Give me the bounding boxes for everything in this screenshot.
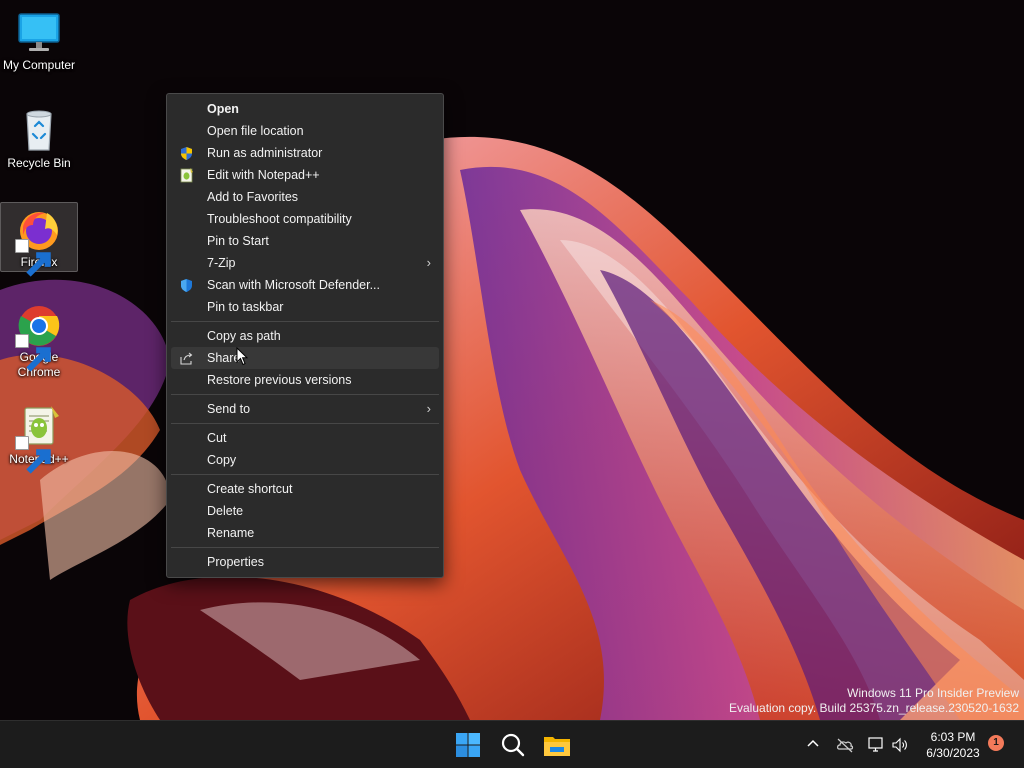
menu-item-copy[interactable]: Copy	[171, 449, 439, 471]
shortcut-arrow-icon	[15, 334, 51, 372]
onedrive-offline-icon	[837, 738, 854, 753]
menu-item-label: Troubleshoot compatibility	[207, 212, 352, 226]
menu-item-open[interactable]: Open	[171, 98, 439, 120]
mouse-cursor-icon	[236, 346, 249, 366]
recycle-bin-icon	[15, 108, 63, 154]
monitor-icon	[15, 10, 63, 56]
tray-overflow-button[interactable]	[803, 734, 823, 754]
desktop-icon-my-computer[interactable]: My Computer	[0, 6, 78, 73]
menu-item-label: Copy as path	[207, 329, 281, 343]
menu-item-troubleshoot-compatibility[interactable]: Troubleshoot compatibility	[171, 208, 439, 230]
notepadpp-icon	[15, 404, 63, 474]
menu-item-send-to[interactable]: Send to ›	[171, 398, 439, 420]
menu-item-label: 7-Zip	[207, 256, 236, 270]
file-explorer-button[interactable]	[541, 729, 573, 761]
menu-item-label: Properties	[207, 555, 264, 569]
menu-item-7zip[interactable]: 7-Zip ›	[171, 252, 439, 274]
menu-separator	[171, 423, 439, 424]
watermark-build: Evaluation copy. Build 25375.zn_release.…	[729, 701, 1019, 715]
menu-item-properties[interactable]: Properties	[171, 551, 439, 573]
menu-item-label: Edit with Notepad++	[207, 168, 320, 182]
chevron-right-icon: ›	[426, 255, 431, 270]
menu-item-label: Create shortcut	[207, 482, 293, 496]
desktop-icon-label: Recycle Bin	[7, 156, 71, 170]
desktop-icon-firefox[interactable]: Firefox	[0, 202, 78, 277]
menu-item-label: Scan with Microsoft Defender...	[207, 278, 380, 292]
chevron-up-icon	[807, 739, 819, 747]
search-button[interactable]	[497, 729, 529, 761]
menu-item-cut[interactable]: Cut	[171, 427, 439, 449]
defender-shield-icon	[179, 278, 194, 293]
clock-date: 6/30/2023	[926, 746, 980, 760]
chrome-icon	[15, 302, 63, 372]
menu-item-delete[interactable]: Delete	[171, 500, 439, 522]
uac-shield-icon	[179, 146, 194, 161]
notification-badge[interactable]: 1	[988, 735, 1004, 751]
network-button[interactable]	[866, 735, 886, 755]
network-icon	[868, 737, 883, 752]
menu-item-label: Open file location	[207, 124, 304, 138]
menu-item-label: Pin to Start	[207, 234, 269, 248]
context-menu: Open Open file location Run as administr…	[166, 93, 444, 578]
chevron-right-icon: ›	[426, 401, 431, 416]
firefox-icon	[15, 207, 63, 277]
menu-item-label: Restore previous versions	[207, 373, 352, 387]
menu-item-label: Send to	[207, 402, 251, 416]
desktop-wallpaper	[0, 0, 1024, 720]
menu-item-label: Copy	[207, 453, 237, 467]
desktop-icon-google-chrome[interactable]: Google Chrome	[0, 298, 78, 380]
volume-button[interactable]	[890, 735, 910, 755]
file-explorer-icon	[544, 737, 570, 756]
search-icon	[501, 733, 525, 757]
menu-item-copy-as-path[interactable]: Copy as path	[171, 325, 439, 347]
desktop-icon-label: My Computer	[2, 58, 76, 72]
menu-separator	[171, 394, 439, 395]
menu-item-label: Open	[207, 102, 239, 116]
menu-item-label: Run as administrator	[207, 146, 323, 160]
menu-item-add-to-favorites[interactable]: Add to Favorites	[171, 186, 439, 208]
menu-item-label: Delete	[207, 504, 244, 518]
menu-separator	[171, 321, 439, 322]
notepadpp-icon	[179, 168, 194, 183]
menu-item-edit-with-notepadpp[interactable]: Edit with Notepad++	[171, 164, 439, 186]
menu-item-create-shortcut[interactable]: Create shortcut	[171, 478, 439, 500]
start-icon	[456, 733, 480, 757]
start-button[interactable]	[452, 729, 484, 761]
menu-separator	[171, 474, 439, 475]
shortcut-arrow-icon	[15, 239, 51, 277]
menu-item-rename[interactable]: Rename	[171, 522, 439, 544]
desktop-icon-recycle-bin[interactable]: Recycle Bin	[0, 104, 78, 171]
evaluation-watermark: Windows 11 Pro Insider Preview Evaluatio…	[729, 686, 1019, 716]
share-icon	[179, 351, 194, 366]
menu-separator	[171, 547, 439, 548]
menu-item-label: Add to Favorites	[207, 190, 299, 204]
desktop-icon-notepadpp[interactable]: Notepad++	[0, 400, 78, 474]
shortcut-arrow-icon	[15, 436, 51, 474]
menu-item-restore-previous-versions[interactable]: Restore previous versions	[171, 369, 439, 391]
menu-item-label: Pin to taskbar	[207, 300, 284, 314]
onedrive-button[interactable]	[835, 735, 855, 755]
menu-item-open-file-location[interactable]: Open file location	[171, 120, 439, 142]
menu-item-label: Rename	[207, 526, 255, 540]
taskbar: 6:03 PM 6/30/2023	[0, 720, 1024, 768]
volume-icon	[892, 737, 907, 753]
watermark-edition: Windows 11 Pro Insider Preview	[847, 686, 1019, 700]
menu-item-share[interactable]: Share	[171, 347, 439, 369]
clock-time: 6:03 PM	[930, 730, 976, 744]
menu-item-run-as-administrator[interactable]: Run as administrator	[171, 142, 439, 164]
menu-item-pin-to-start[interactable]: Pin to Start	[171, 230, 439, 252]
menu-item-pin-to-taskbar[interactable]: Pin to taskbar	[171, 296, 439, 318]
clock[interactable]: 6:03 PM 6/30/2023	[912, 729, 994, 761]
menu-item-scan-with-defender[interactable]: Scan with Microsoft Defender...	[171, 274, 439, 296]
menu-item-label: Cut	[207, 431, 227, 445]
